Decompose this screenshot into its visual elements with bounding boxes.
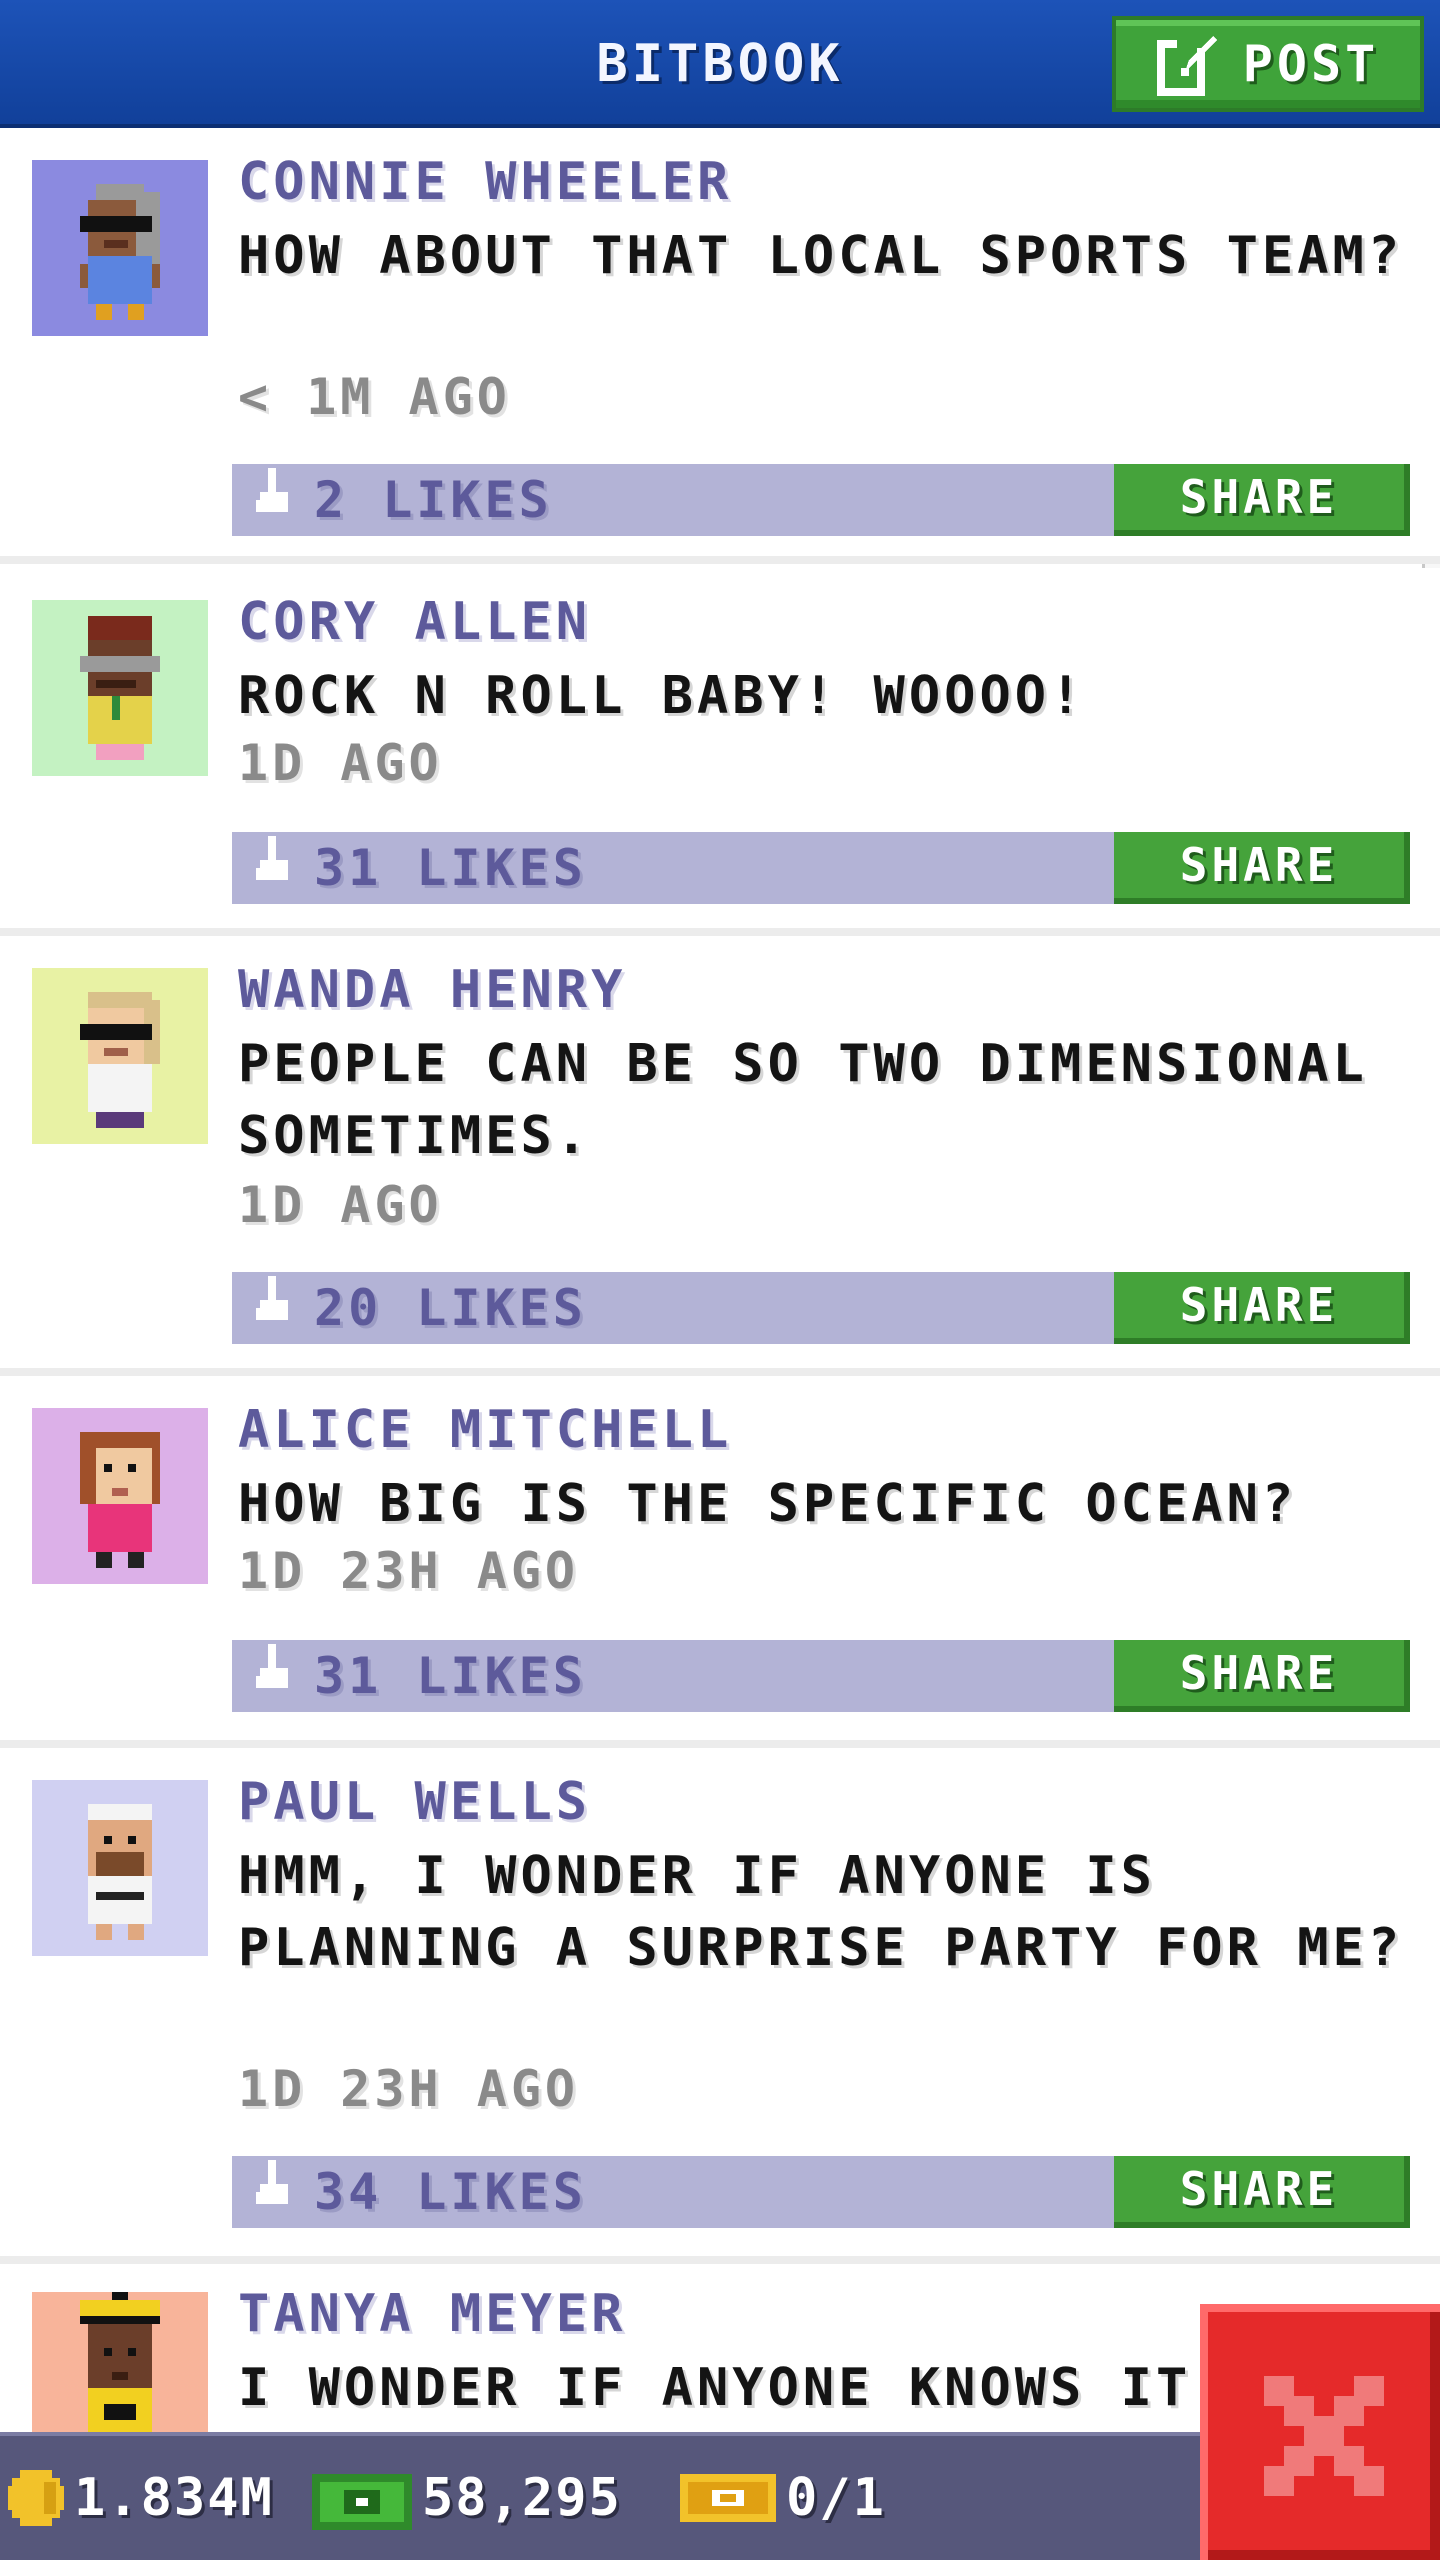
- post-item: WANDA HENRY PEOPLE CAN BE SO TWO DIMENSI…: [0, 940, 1440, 1376]
- post-message: ROCK N ROLL BABY! WOOOO!: [238, 666, 1086, 726]
- post-author[interactable]: TANYA MEYER: [238, 2284, 626, 2344]
- post-item: ALICE MITCHELL HOW BIG IS THE SPECIFIC O…: [0, 1380, 1440, 1748]
- post-author[interactable]: CONNIE WHEELER: [238, 152, 732, 212]
- avatar[interactable]: [32, 600, 208, 776]
- like-button[interactable]: 31 LIKES: [252, 1640, 587, 1712]
- avatar[interactable]: [32, 160, 208, 336]
- coin-icon: [8, 2470, 64, 2526]
- post-message: HOW BIG IS THE SPECIFIC OCEAN?: [238, 1474, 1298, 1534]
- likes-count: 2 LIKES: [314, 471, 553, 529]
- share-button[interactable]: SHARE: [1114, 464, 1410, 536]
- likes-count: 31 LIKES: [314, 1647, 587, 1705]
- post-button[interactable]: POST: [1112, 16, 1424, 112]
- coins-value: 1.834M: [74, 2468, 274, 2528]
- likes-count: 20 LIKES: [314, 1279, 587, 1337]
- close-button[interactable]: [1200, 2304, 1440, 2560]
- like-button[interactable]: 2 LIKES: [252, 464, 553, 536]
- header-bar: BITBOOK POST: [0, 0, 1440, 128]
- share-button[interactable]: SHARE: [1114, 1640, 1410, 1712]
- avatar-character: [32, 1780, 208, 1956]
- avatar[interactable]: [32, 968, 208, 1144]
- avatar-character: [32, 1408, 208, 1584]
- bux-value: 58,295: [422, 2468, 622, 2528]
- post-time: < 1M AGO: [238, 368, 511, 426]
- thumbs-up-icon: [256, 2160, 288, 2204]
- compose-icon: [1156, 36, 1217, 96]
- share-button[interactable]: SHARE: [1114, 1272, 1410, 1344]
- bux-icon: [312, 2474, 412, 2530]
- like-button[interactable]: 31 LIKES: [252, 832, 587, 904]
- tickets-stat[interactable]: 0/1: [680, 2436, 886, 2560]
- close-icon: [1264, 2376, 1384, 2496]
- share-button[interactable]: SHARE: [1114, 2156, 1410, 2228]
- thumbs-up-icon: [256, 836, 288, 880]
- post-message: I WONDER IF ANYONE KNOWS IT': [238, 2358, 1227, 2418]
- avatar-character: [32, 600, 208, 776]
- post-author[interactable]: PAUL WELLS: [238, 1772, 591, 1832]
- bux-stat[interactable]: 58,295: [312, 2436, 622, 2560]
- likes-bar: 34 LIKES SHARE: [232, 2156, 1410, 2228]
- post-button-label: POST: [1242, 35, 1380, 93]
- tickets-value: 0/1: [786, 2468, 886, 2528]
- likes-count: 31 LIKES: [314, 839, 587, 897]
- post-time: 1D 23H AGO: [238, 2060, 580, 2118]
- avatar-character: [32, 160, 208, 336]
- likes-count: 34 LIKES: [314, 2163, 587, 2221]
- likes-bar: 2 LIKES SHARE: [232, 464, 1410, 536]
- thumbs-up-icon: [256, 1276, 288, 1320]
- thumbs-up-icon: [256, 1644, 288, 1688]
- post-author[interactable]: WANDA HENRY: [238, 960, 626, 1020]
- post-item: CONNIE WHEELER HOW ABOUT THAT LOCAL SPOR…: [0, 132, 1440, 564]
- share-button[interactable]: SHARE: [1114, 832, 1410, 904]
- avatar[interactable]: [32, 1780, 208, 1956]
- post-author[interactable]: CORY ALLEN: [238, 592, 591, 652]
- post-time: 1D AGO: [238, 1176, 443, 1234]
- like-button[interactable]: 34 LIKES: [252, 2156, 587, 2228]
- post-time: 1D 23H AGO: [238, 1542, 580, 1600]
- likes-bar: 20 LIKES SHARE: [232, 1272, 1410, 1344]
- post-item: CORY ALLEN ROCK N ROLL BABY! WOOOO! 1D A…: [0, 568, 1440, 936]
- like-button[interactable]: 20 LIKES: [252, 1272, 587, 1344]
- post-message: HMM, I WONDER IF ANYONE IS PLANNING A SU…: [238, 1846, 1404, 1978]
- post-message: HOW ABOUT THAT LOCAL SPORTS TEAM?: [238, 226, 1404, 286]
- post-item: PAUL WELLS HMM, I WONDER IF ANYONE IS PL…: [0, 1752, 1440, 2264]
- bitbook-screen: BITBOOK POST CONNIE WHEELER HOW ABOUT TH…: [0, 0, 1440, 2560]
- post-message: PEOPLE CAN BE SO TWO DIMENSIONAL SOMETIM…: [238, 1034, 1368, 1166]
- likes-bar: 31 LIKES SHARE: [232, 832, 1410, 904]
- ticket-icon: [680, 2474, 776, 2522]
- avatar[interactable]: [32, 1408, 208, 1584]
- thumbs-up-icon: [256, 468, 288, 512]
- post-time: 1D AGO: [238, 734, 443, 792]
- avatar-character: [32, 968, 208, 1144]
- likes-bar: 31 LIKES SHARE: [232, 1640, 1410, 1712]
- coins-stat[interactable]: 1.834M: [8, 2436, 274, 2560]
- post-author[interactable]: ALICE MITCHELL: [238, 1400, 732, 1460]
